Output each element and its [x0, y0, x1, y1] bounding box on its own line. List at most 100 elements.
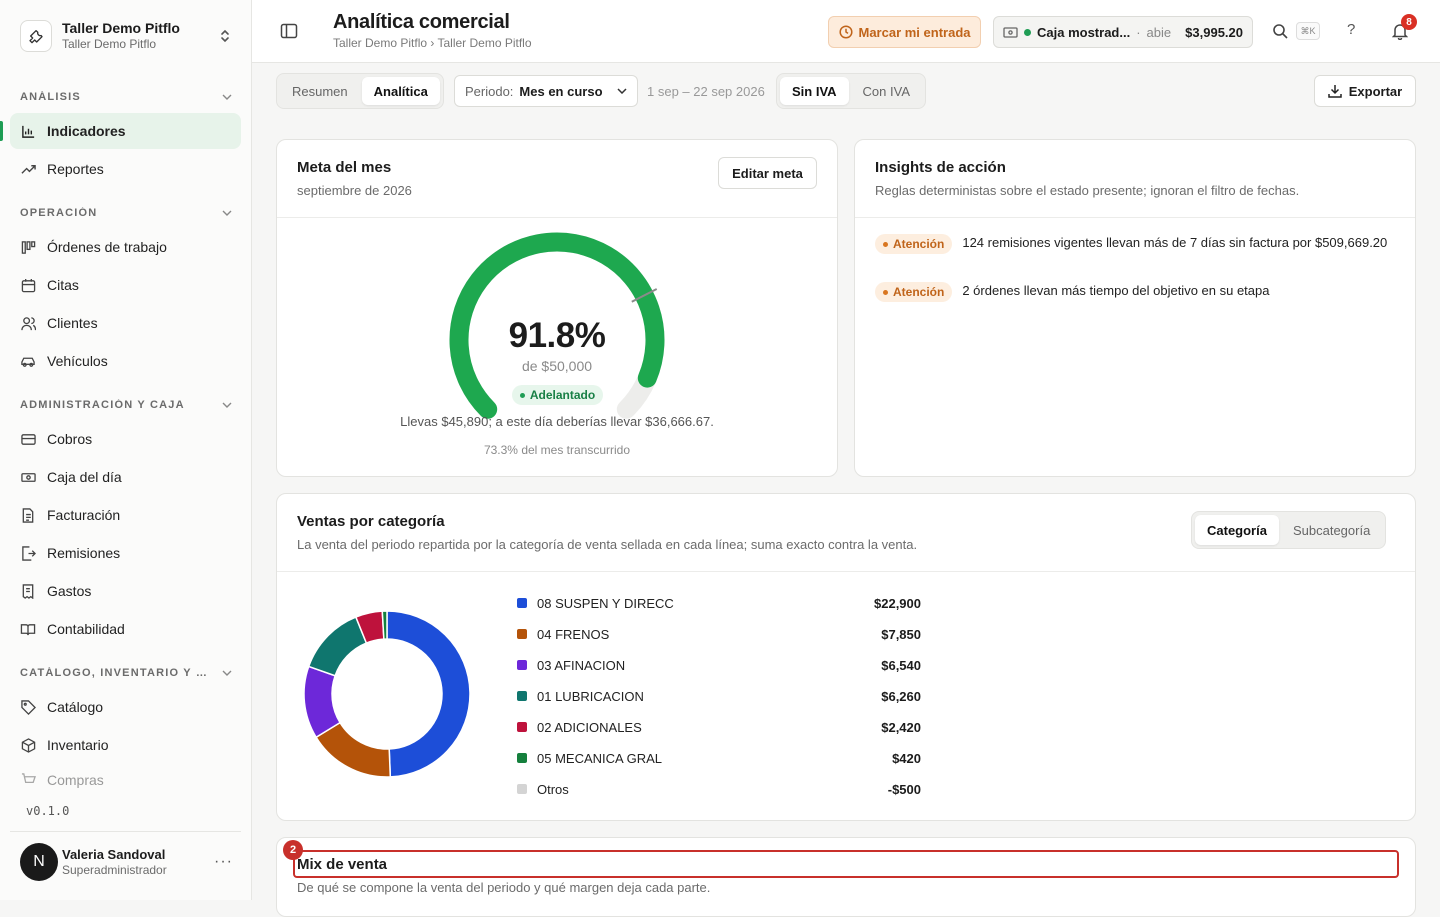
workspace-subtitle: Taller Demo Pitflo — [62, 37, 157, 51]
credit-card-icon — [20, 431, 36, 447]
shortcut-hint: ⌘K — [1296, 22, 1320, 40]
chevron-down-icon — [222, 670, 232, 676]
legend-item: 08 SUSPEN Y DIRECC $22,900 — [517, 593, 921, 613]
sidebar-item-gastos[interactable]: Gastos — [10, 573, 241, 609]
sidebar: Taller Demo Pitflo Taller Demo Pitflo AN… — [0, 0, 252, 900]
sidebar-item-catalogo[interactable]: Catálogo — [10, 689, 241, 725]
view-tabs: Resumen Analítica — [276, 73, 444, 109]
trending-up-icon — [20, 161, 36, 177]
section-catalogo[interactable]: CATÁLOGO, INVENTARIO Y COMPRAS — [20, 663, 232, 683]
sidebar-item-cobros[interactable]: Cobros — [10, 421, 241, 457]
chevron-down-icon — [222, 402, 232, 408]
tab-con-iva[interactable]: Con IVA — [851, 77, 922, 105]
focus-highlight — [293, 850, 1399, 878]
date-range: 1 sep – 22 sep 2026 — [647, 84, 765, 99]
donut-slice[interactable] — [386, 610, 471, 778]
legend-item: 02 ADICIONALES $2,420 — [517, 717, 921, 737]
cash-icon — [1003, 26, 1018, 38]
receipt-icon — [20, 583, 36, 599]
more-options-icon[interactable]: ··· — [214, 853, 233, 871]
period-select[interactable]: Periodo: Mes en curso — [454, 75, 638, 107]
bar-chart-icon — [20, 123, 36, 139]
user-role: Superadministrador — [62, 862, 167, 877]
book-icon — [20, 621, 36, 637]
donut-slice[interactable] — [303, 665, 342, 739]
legend-label: 03 AFINACION — [537, 657, 626, 673]
sidebar-item-reportes[interactable]: Reportes — [10, 151, 241, 187]
legend-swatch — [517, 722, 527, 732]
sidebar-item-indicadores[interactable]: Indicadores — [0, 113, 241, 149]
calendar-icon — [20, 277, 36, 293]
sidebar-toggle-icon[interactable] — [280, 22, 300, 42]
sales-by-category-card: Ventas por categoría La venta del period… — [276, 493, 1416, 821]
legend-value: $6,540 — [881, 657, 921, 673]
breadcrumb: Taller Demo Pitflo › Taller Demo Pitflo — [333, 36, 532, 50]
insights-title: Insights de acción — [875, 159, 1006, 176]
insight-item[interactable]: Atención 124 remisiones vigentes llevan … — [875, 233, 1395, 254]
sales-subtitle: La venta del periodo repartida por la ca… — [297, 537, 918, 552]
tab-analitica[interactable]: Analítica — [361, 77, 440, 105]
box-icon — [20, 737, 36, 753]
legend-swatch — [517, 753, 527, 763]
insight-item[interactable]: Atención 2 órdenes llevan más tiempo del… — [875, 281, 1395, 302]
donut-slice[interactable] — [381, 610, 388, 640]
legend-label: 04 FRENOS — [537, 626, 610, 642]
attention-badge: Atención — [875, 234, 953, 254]
legend-item: 04 FRENOS $7,850 — [517, 624, 921, 644]
clock-in-button[interactable]: Marcar mi entrada — [828, 16, 981, 48]
cart-icon — [20, 772, 36, 788]
chevron-updown-icon — [219, 29, 231, 43]
sidebar-item-contabilidad[interactable]: Contabilidad — [10, 611, 241, 647]
tab-resumen[interactable]: Resumen — [280, 77, 360, 105]
tab-subcategoria[interactable]: Subcategoría — [1281, 515, 1382, 545]
sidebar-item-facturacion[interactable]: Facturación — [10, 497, 241, 533]
legend-label: 01 LUBRICACION — [537, 688, 644, 704]
legend-swatch — [517, 691, 527, 701]
legend-item: 01 LUBRICACION $6,260 — [517, 686, 921, 706]
cash-icon — [20, 469, 36, 485]
file-text-icon — [20, 507, 36, 523]
category-tabs: Categoría Subcategoría — [1191, 511, 1387, 549]
goal-summary: Llevas $45,890; a este día deberías llev… — [400, 414, 714, 429]
legend-label: 05 MECANICA GRAL — [537, 750, 662, 766]
tab-categoria[interactable]: Categoría — [1195, 515, 1279, 545]
donut-slice[interactable] — [307, 616, 368, 677]
legend-value: $6,260 — [881, 688, 921, 704]
sidebar-item-vehiculos[interactable]: Vehículos — [10, 343, 241, 379]
tag-icon — [20, 699, 36, 715]
legend-value: $420 — [892, 750, 921, 766]
sidebar-item-compras[interactable]: Compras — [10, 765, 241, 795]
tab-sin-iva[interactable]: Sin IVA — [780, 77, 849, 105]
legend-value: -$500 — [887, 781, 921, 797]
section-operacion[interactable]: OPERACIÓN — [20, 203, 232, 223]
users-icon — [20, 315, 36, 331]
download-icon — [1328, 85, 1342, 98]
wrench-icon — [20, 20, 52, 52]
sidebar-item-citas[interactable]: Citas — [10, 267, 241, 303]
help-button[interactable]: ? — [1347, 21, 1355, 38]
category-donut-chart — [303, 610, 471, 778]
register-amount: $3,995.20 — [1185, 24, 1243, 40]
cash-register-selector[interactable]: Caja mostrad... · abie $3,995.20 — [993, 16, 1253, 48]
section-analisis[interactable]: ANÁLISIS — [20, 87, 232, 107]
register-name: Caja mostrad... — [1037, 24, 1131, 40]
register-status: abie — [1146, 24, 1172, 40]
sidebar-item-clientes[interactable]: Clientes — [10, 305, 241, 341]
sidebar-item-ordenes[interactable]: Órdenes de trabajo — [10, 229, 241, 265]
user-menu[interactable]: N Valeria Sandoval Superadministrador ··… — [10, 838, 241, 886]
export-button[interactable]: Exportar — [1314, 75, 1416, 107]
legend-swatch — [517, 660, 527, 670]
workspace-switcher[interactable]: Taller Demo Pitflo Taller Demo Pitflo — [10, 10, 241, 62]
sidebar-item-remisiones[interactable]: Remisiones — [10, 535, 241, 571]
sidebar-item-inventario[interactable]: Inventario — [10, 727, 241, 763]
sidebar-item-caja[interactable]: Caja del día — [10, 459, 241, 495]
sales-title: Ventas por categoría — [297, 513, 445, 530]
sales-mix-card: 2 Mix de venta De qué se compone la vent… — [276, 837, 1416, 917]
legend-value: $7,850 — [881, 626, 921, 642]
search-icon[interactable] — [1272, 23, 1288, 39]
section-administracion[interactable]: ADMINISTRACIÓN Y CAJA — [20, 395, 232, 415]
legend-item: Otros -$500 — [517, 779, 921, 799]
legend-swatch — [517, 629, 527, 639]
car-icon — [20, 353, 36, 369]
legend-label: 02 ADICIONALES — [537, 719, 642, 735]
